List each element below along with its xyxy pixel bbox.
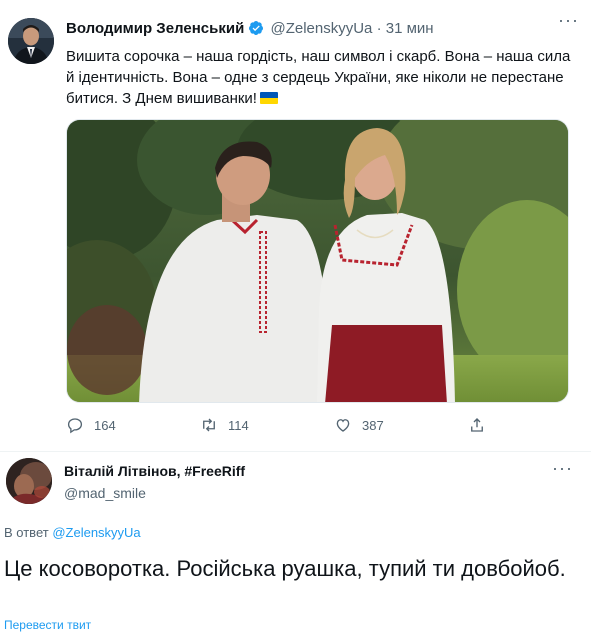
author-name[interactable]: Володимир Зеленський xyxy=(66,20,244,37)
reply-icon xyxy=(67,418,83,434)
share-icon xyxy=(471,418,483,432)
heart-icon xyxy=(336,419,350,432)
reply-action[interactable]: 164 xyxy=(66,416,116,434)
tweet-actions: 164 114 387 xyxy=(66,416,546,436)
in-reply-handle-link[interactable]: @ZelenskyyUa xyxy=(52,525,140,540)
ukraine-flag-icon xyxy=(259,92,278,104)
author-avatar[interactable] xyxy=(8,18,54,64)
reply-author-name[interactable]: Віталій Літвінов, #FreeRiff xyxy=(64,463,245,479)
translate-tweet-link[interactable]: Перевести твит xyxy=(4,618,91,632)
reply-author-handle[interactable]: @mad_smile xyxy=(64,485,146,501)
tweet-photo[interactable] xyxy=(66,119,569,403)
in-reply-prefix: В ответ xyxy=(4,525,49,540)
author-handle[interactable]: @ZelenskyyUa xyxy=(270,20,372,37)
tweet-text-body: Вишита сорочка – наша гордість, наш симв… xyxy=(66,48,571,107)
retweet-action[interactable]: 114 xyxy=(200,416,249,434)
like-action[interactable]: 387 xyxy=(334,416,384,434)
share-action[interactable] xyxy=(468,416,496,434)
like-count: 387 xyxy=(362,417,384,433)
retweet-icon xyxy=(203,418,215,432)
verified-badge-icon xyxy=(248,20,264,36)
in-reply-to: В ответ @ZelenskyyUa xyxy=(4,525,141,540)
tweet-header: Володимир Зеленський @ZelenskyyUa · 31 м… xyxy=(66,20,434,37)
original-tweet[interactable]: Володимир Зеленський @ZelenskyyUa · 31 м… xyxy=(0,0,591,452)
reply-tweet[interactable]: Віталій Літвінов, #FreeRiff @mad_smile ·… xyxy=(0,452,591,643)
separator-dot: · xyxy=(376,20,382,37)
reply-more-options-icon[interactable]: ··· xyxy=(552,458,573,479)
reply-tweet-text: Це косоворотка. Російська руашка, тупий … xyxy=(4,556,566,581)
retweet-count: 114 xyxy=(228,417,249,433)
reply-count: 164 xyxy=(94,417,116,433)
reply-author-avatar[interactable] xyxy=(6,458,52,504)
tweet-text: Вишита сорочка – наша гордість, наш симв… xyxy=(66,46,576,109)
more-options-icon[interactable]: ··· xyxy=(558,10,579,31)
tweet-time[interactable]: 31 мин xyxy=(386,20,434,37)
